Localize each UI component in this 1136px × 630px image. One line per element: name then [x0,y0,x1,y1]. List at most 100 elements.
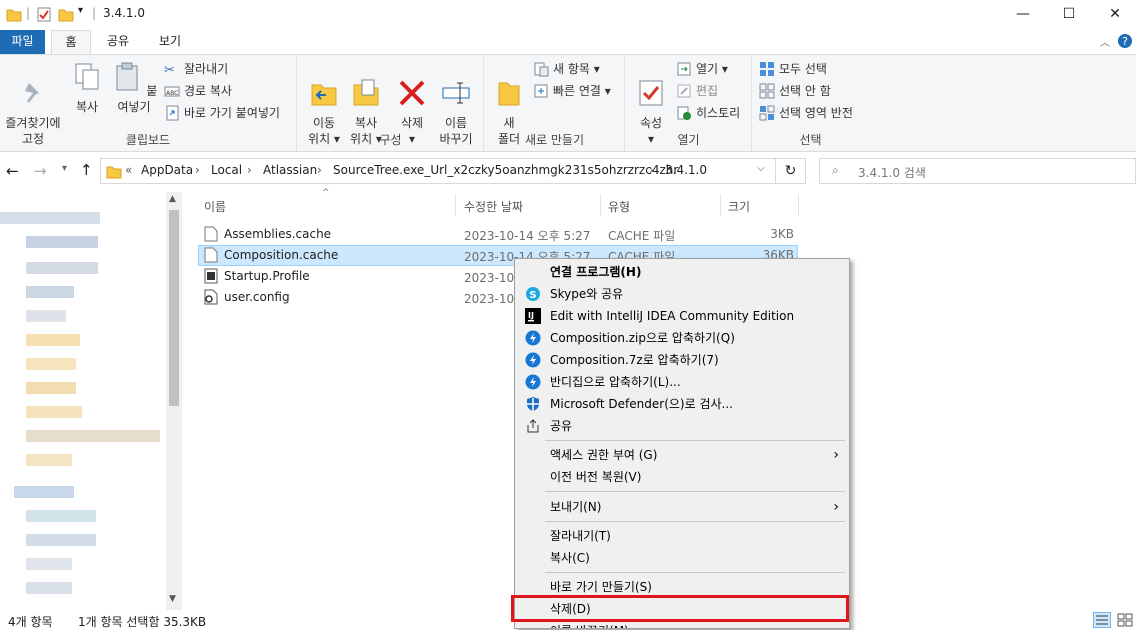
minimize-button[interactable]: — [1000,0,1046,28]
file-date: 2023-10-14 오후 5:27 [464,229,591,243]
refresh-button[interactable]: ↻ [776,158,806,184]
copy-button[interactable]: 복사 [68,57,106,115]
details-view-icon[interactable] [1093,612,1111,628]
breadcrumb-sourcetree[interactable]: SourceTree.exe_Url_x2czky5oanzhmgk231s5o… [333,163,678,177]
nav-scrollbar[interactable]: ▲ ▼ [166,192,182,610]
scrollbar-thumb[interactable] [169,210,179,406]
nav-item-blurred[interactable] [26,582,72,594]
address-bar[interactable]: « AppData › Local › Atlassian › SourceTr… [100,158,776,184]
ribbon-collapse-icon[interactable]: ︿ [1100,34,1110,49]
recent-locations-icon[interactable]: ▾ [62,163,67,174]
nav-item-blurred[interactable] [26,358,76,370]
tab-view[interactable]: 보기 [150,30,190,54]
invert-selection-button[interactable]: 선택 영역 반전 [759,103,853,123]
paste-button[interactable]: 붙여넣기 [108,57,160,115]
close-button[interactable]: ✕ [1092,0,1136,28]
column-header-name[interactable]: 이름 [204,198,226,215]
select-none-icon [759,83,775,99]
open-button[interactable]: 열기 ▾ [676,59,728,79]
nav-item-blurred[interactable] [26,334,80,346]
table-row[interactable]: Assemblies.cache 2023-10-14 오후 5:27 CACH… [198,224,798,245]
select-none-button[interactable]: 선택 안 함 [759,81,831,101]
copy-path-button[interactable]: ABC 경로 복사 [164,81,232,101]
tab-share[interactable]: 공유 [98,30,138,54]
menu-item-bandizip[interactable]: 반디집으로 압축하기(L)... [517,371,847,393]
breadcrumb-version[interactable]: 3.4.1.0 [665,163,707,177]
nav-item-blurred[interactable] [26,406,82,418]
breadcrumb-appdata[interactable]: AppData [141,163,193,177]
history-icon [677,106,691,120]
breadcrumb-separator-icon[interactable]: › [649,163,654,177]
column-header-size[interactable]: 크기 [728,198,750,215]
select-all-button[interactable]: 모두 선택 [759,59,827,79]
maximize-button[interactable]: ☐ [1046,0,1092,28]
tab-home[interactable]: 홈 [51,30,91,55]
tab-file[interactable]: 파일 [0,30,45,54]
menu-item-skype-share[interactable]: S Skype와 공유 [517,283,847,305]
ribbon: 즐겨찾기에 고정 복사 붙여넣기 ✂ 잘라내기 ABC 경로 복사 바로 가기 붙여… [0,54,1136,152]
open-group-label: 열기 [677,133,700,147]
paste-icon [116,62,138,91]
menu-item-open-with[interactable]: 연결 프로그램(H) [517,261,847,283]
new-folder-quick-icon[interactable] [58,6,74,23]
menu-item-restore-versions[interactable]: 이전 버전 복원(V) [517,466,847,488]
overflow-chevron-icon[interactable]: « [125,163,132,177]
bandizip-icon [525,352,541,368]
nav-item-blurred[interactable] [26,534,96,546]
menu-item-zip[interactable]: Composition.zip으로 압축하기(Q) [517,327,847,349]
nav-item-blurred[interactable] [26,454,72,466]
nav-item-blurred[interactable] [0,212,100,224]
search-box[interactable]: ⌕ 3.4.1.0 검색 [819,158,1136,184]
nav-item-blurred[interactable] [26,510,96,522]
select-group: 모두 선택 선택 안 함 선택 영역 반전 선택 [753,55,868,151]
nav-item-blurred[interactable] [26,382,76,394]
history-button[interactable]: 히스토리 [676,103,740,123]
file-name: Startup.Profile [224,269,310,283]
new-item-button[interactable]: 새 항목 ▾ [533,59,600,79]
column-header-type[interactable]: 유형 [608,198,630,215]
address-dropdown-icon[interactable]: ⌵ [757,163,765,174]
menu-item-share[interactable]: 공유 [517,415,847,437]
search-placeholder: 3.4.1.0 검색 [858,166,926,180]
menu-item-copy[interactable]: 복사(C) [517,547,847,569]
back-arrow-icon[interactable]: ← [6,162,19,180]
breadcrumb-separator-icon[interactable]: › [247,163,252,177]
column-header-date[interactable]: 수정한 날짜 [464,198,523,215]
menu-item-cut[interactable]: 잘라내기(T) [517,525,847,547]
customize-quick-access-icon[interactable]: ▾ [78,5,83,16]
breadcrumb-separator-icon[interactable]: › [317,163,322,177]
breadcrumb-atlassian[interactable]: Atlassian [263,163,317,177]
file-name: user.config [224,290,290,304]
cut-button[interactable]: ✂ 잘라내기 [164,59,228,79]
breadcrumb-separator-icon[interactable]: › [195,163,200,177]
menu-item-defender[interactable]: Microsoft Defender(으)로 검사... [517,393,847,415]
svg-text:ABC: ABC [166,90,178,97]
nav-item-blurred[interactable] [14,486,74,498]
menu-item-send-to[interactable]: 보내기(N) › [517,496,847,518]
properties-quick-icon[interactable] [36,6,52,23]
paste-shortcut-button[interactable]: 바로 가기 붙여넣기 [164,103,280,123]
menu-item-intellij[interactable]: IJ Edit with IntelliJ IDEA Community Edi… [517,305,847,327]
selection-info: 1개 항목 선택함 35.3KB [78,615,207,629]
large-icons-view-icon[interactable] [1116,612,1134,628]
menu-item-give-access[interactable]: 액세스 권한 부여 (G) › [517,444,847,466]
easy-access-button[interactable]: 빠른 연결 ▾ [533,81,611,101]
nav-item-blurred[interactable] [26,236,98,248]
navigation-pane[interactable] [0,192,182,610]
organize-group-label: 구성 [379,133,402,147]
scroll-down-icon[interactable]: ▼ [169,594,176,604]
menu-item-7z[interactable]: Composition.7z로 압축하기(7) [517,349,847,371]
scroll-up-icon[interactable]: ▲ [169,194,176,204]
delete-highlight-box [511,595,849,622]
help-icon[interactable]: ? [1117,33,1133,49]
nav-item-blurred[interactable] [26,310,66,322]
breadcrumb-local[interactable]: Local [211,163,242,177]
forward-arrow-icon[interactable]: → [34,162,47,180]
nav-item-blurred[interactable] [26,262,98,274]
nav-item-blurred[interactable] [26,430,160,442]
file-size: 3KB [770,227,794,241]
nav-item-blurred[interactable] [26,286,74,298]
up-arrow-icon[interactable]: ↑ [80,161,93,179]
nav-item-blurred[interactable] [26,558,72,570]
edit-button[interactable]: 편집 [676,81,718,101]
